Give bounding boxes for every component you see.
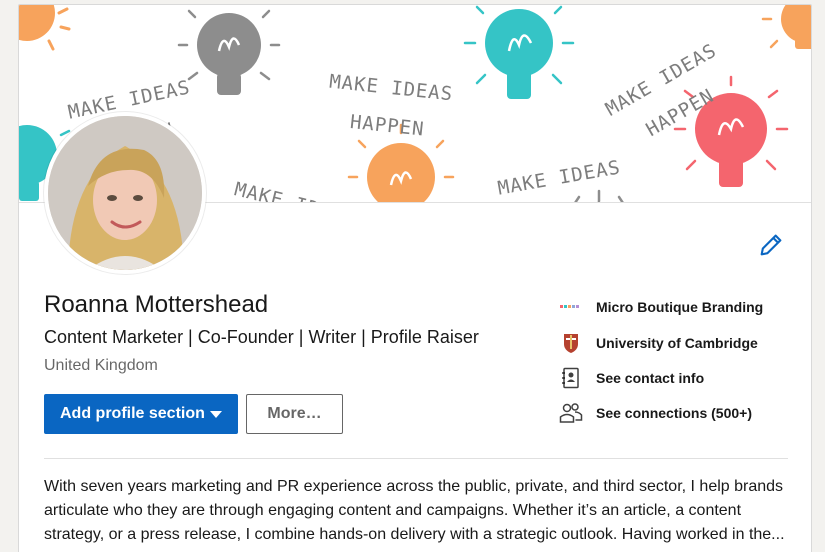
sidebar-item-label: Micro Boutique Branding xyxy=(596,299,764,315)
school-crest xyxy=(559,331,583,355)
people-icon xyxy=(559,401,583,425)
section-divider xyxy=(44,458,788,459)
sidebar-item-school[interactable]: University of Cambridge xyxy=(559,331,758,355)
add-profile-section-button[interactable]: Add profile section xyxy=(44,394,238,434)
pencil-icon xyxy=(760,234,782,256)
sidebar-item-label: See connections (500+) xyxy=(596,405,753,421)
profile-card: MAKE IDEASHAPPEN MAKE IDEASHAPPEN MAKE I… xyxy=(18,4,812,552)
edit-profile-button[interactable] xyxy=(757,231,785,259)
lightbulb-icon xyxy=(177,9,281,95)
sidebar-item-company[interactable]: Micro Boutique Branding xyxy=(559,295,763,319)
caret-down-icon xyxy=(210,411,222,418)
company-logo xyxy=(559,295,583,319)
profile-summary[interactable]: With seven years marketing and PR experi… xyxy=(44,475,789,547)
sidebar-item-contact-info[interactable]: See contact info xyxy=(559,366,704,390)
profile-photo[interactable] xyxy=(44,112,206,274)
profile-headline: Content Marketer | Co-Founder | Writer |… xyxy=(44,327,479,347)
profile-name: Roanna Mottershead xyxy=(44,291,269,318)
sidebar-item-label: See contact info xyxy=(596,370,705,386)
sidebar-item-connections[interactable]: See connections (500+) xyxy=(559,401,752,425)
lightbulb-icon xyxy=(761,5,811,49)
profile-location: United Kingdom xyxy=(44,357,158,374)
avatar-illustration xyxy=(48,116,202,270)
lightbulb-icon xyxy=(463,5,575,99)
add-profile-section-label: Add profile section xyxy=(60,405,205,422)
lightbulb-icon xyxy=(19,5,55,41)
sidebar-item-label: University of Cambridge xyxy=(596,335,758,351)
more-button[interactable]: More… xyxy=(246,394,343,434)
contact-card-icon xyxy=(559,366,583,390)
banner-slogan: MAKE IDEASHAPPEN xyxy=(328,70,455,141)
